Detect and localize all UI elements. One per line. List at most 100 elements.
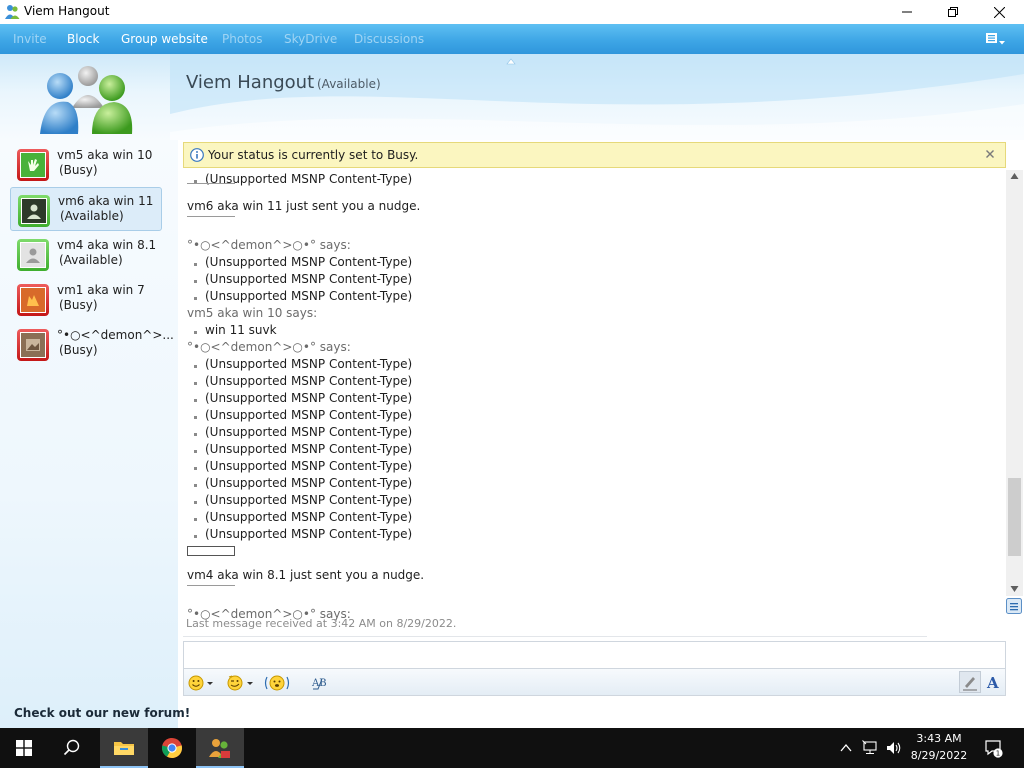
nudge-notice: vm6 aka win 11 just sent you a nudge.: [187, 199, 421, 213]
messenger-buddies-icon: [5, 5, 20, 19]
avatar-picture: [21, 198, 47, 224]
avatar-picture: [20, 242, 46, 268]
message-text: (Unsupported MSNP Content-Type): [205, 391, 413, 405]
volume-icon[interactable]: [886, 740, 902, 756]
conversation-history[interactable]: (Unsupported MSNP Content-Type) vm6 aka w…: [179, 168, 1006, 630]
taskbar-chrome[interactable]: [148, 728, 196, 768]
bullet-icon: [194, 399, 197, 402]
scroll-down-icon[interactable]: [1010, 585, 1019, 593]
message-text: (Unsupported MSNP Content-Type): [205, 476, 413, 490]
default-person-icon: [26, 248, 40, 263]
contact-status: (Available): [60, 209, 124, 223]
bullet-icon: [194, 484, 197, 487]
contact-status: (Busy): [59, 343, 98, 357]
photo-icon: [26, 339, 40, 351]
bullet-icon: [194, 263, 197, 266]
wink-button[interactable]: [226, 673, 254, 693]
message-text: (Unsupported MSNP Content-Type): [205, 272, 413, 286]
menu-skydrive[interactable]: SkyDrive: [284, 32, 337, 46]
last-message-timestamp: Last message received at 3:42 AM on 8/29…: [186, 617, 457, 630]
menu-group-website[interactable]: Group website: [121, 32, 208, 46]
close-button[interactable]: [976, 0, 1022, 24]
forum-link[interactable]: Check out our new forum!: [14, 706, 190, 720]
status-notification-bar: Your status is currently set to Busy.: [183, 142, 1006, 168]
contact-item[interactable]: vm6 aka win 11 (Available): [10, 187, 162, 231]
contact-item[interactable]: °•○<^demon^>... (Busy): [10, 322, 174, 366]
message-text: (Unsupported MSNP Content-Type): [205, 408, 413, 422]
search-icon: [63, 739, 80, 756]
contact-name: °•○<^demon^>...: [57, 328, 174, 342]
message-text: (Unsupported MSNP Content-Type): [205, 289, 413, 303]
avatar-picture: [20, 152, 46, 178]
info-icon: [190, 148, 204, 162]
message-input[interactable]: [183, 641, 1006, 668]
spellcheck-button[interactable]: AB: [310, 673, 330, 693]
menu-invite[interactable]: Invite: [13, 32, 47, 46]
menu-block[interactable]: Block: [67, 32, 99, 46]
contact-status: (Busy): [59, 298, 98, 312]
avatar: [18, 195, 50, 227]
message-divider: [187, 183, 235, 184]
bullet-icon: [194, 297, 197, 300]
sender-header: vm5 aka win 10 says:: [187, 306, 318, 320]
minimize-button[interactable]: [884, 0, 930, 24]
search-button[interactable]: [48, 728, 96, 768]
notification-text: Your status is currently set to Busy.: [208, 148, 419, 162]
scroll-thumb[interactable]: [1008, 478, 1021, 556]
message-divider: [187, 216, 235, 217]
notification-count: 1: [996, 750, 1000, 758]
font-icon: A: [986, 674, 999, 692]
contact-item[interactable]: vm4 aka win 8.1 (Available): [10, 232, 162, 276]
bullet-icon: [194, 416, 197, 419]
bullet-icon: [194, 365, 197, 368]
restore-button[interactable]: [930, 0, 976, 24]
avatar: [17, 284, 49, 316]
contact-item[interactable]: vm1 aka win 7 (Busy): [10, 277, 162, 321]
nudge-button[interactable]: [264, 673, 290, 693]
avatar-picture: [20, 332, 46, 358]
clock-date[interactable]: 8/29/2022: [910, 749, 968, 762]
chevron-up-icon[interactable]: [838, 740, 854, 756]
contact-status: (Busy): [59, 163, 98, 177]
taskbar-file-explorer[interactable]: [100, 728, 148, 768]
handwriting-button[interactable]: [959, 671, 981, 693]
message-text: (Unsupported MSNP Content-Type): [205, 493, 413, 507]
network-icon[interactable]: [862, 740, 878, 756]
menu-photos[interactable]: Photos: [222, 32, 262, 46]
view-toggle-icon[interactable]: [1006, 598, 1022, 614]
contact-item[interactable]: vm5 aka win 10 (Busy): [10, 142, 162, 186]
bullet-icon: [194, 518, 197, 521]
bullet-icon: [194, 450, 197, 453]
clock-time[interactable]: 3:43 AM: [914, 732, 964, 745]
messenger-icon: [209, 739, 230, 758]
message-text: (Unsupported MSNP Content-Type): [205, 425, 413, 439]
fox-icon: [27, 295, 39, 306]
collapse-header-icon[interactable]: [505, 57, 517, 65]
message-text: (Unsupported MSNP Content-Type): [205, 510, 413, 524]
emoticon-icon: [188, 675, 213, 691]
message-text: (Unsupported MSNP Content-Type): [205, 357, 413, 371]
avatar-picture: [20, 287, 46, 313]
font-button[interactable]: A: [984, 671, 1004, 693]
handwriting-icon: [963, 677, 977, 691]
header-background-decoration: [170, 54, 1024, 140]
menu-discussions[interactable]: Discussions: [354, 32, 424, 46]
conversation-status: (Available): [317, 77, 381, 91]
wink-icon: [227, 675, 253, 691]
svg-text:A: A: [986, 674, 999, 692]
message-text: (Unsupported MSNP Content-Type): [205, 459, 413, 473]
taskbar-messenger[interactable]: [196, 728, 244, 768]
options-menu-icon[interactable]: [984, 31, 1012, 47]
contact-name: vm4 aka win 8.1: [57, 238, 157, 252]
scroll-up-icon[interactable]: [1010, 172, 1019, 180]
bullet-icon: [194, 280, 197, 283]
title-bar: Viem Hangout: [0, 0, 1024, 24]
bullet-icon: [194, 331, 197, 334]
bullet-icon: [194, 535, 197, 538]
contact-name: vm6 aka win 11: [58, 194, 154, 208]
avatar: [17, 239, 49, 271]
start-button[interactable]: [0, 728, 48, 768]
close-icon[interactable]: [983, 147, 997, 161]
emoticon-button[interactable]: [188, 673, 214, 693]
action-center-icon[interactable]: 1: [984, 738, 1004, 758]
